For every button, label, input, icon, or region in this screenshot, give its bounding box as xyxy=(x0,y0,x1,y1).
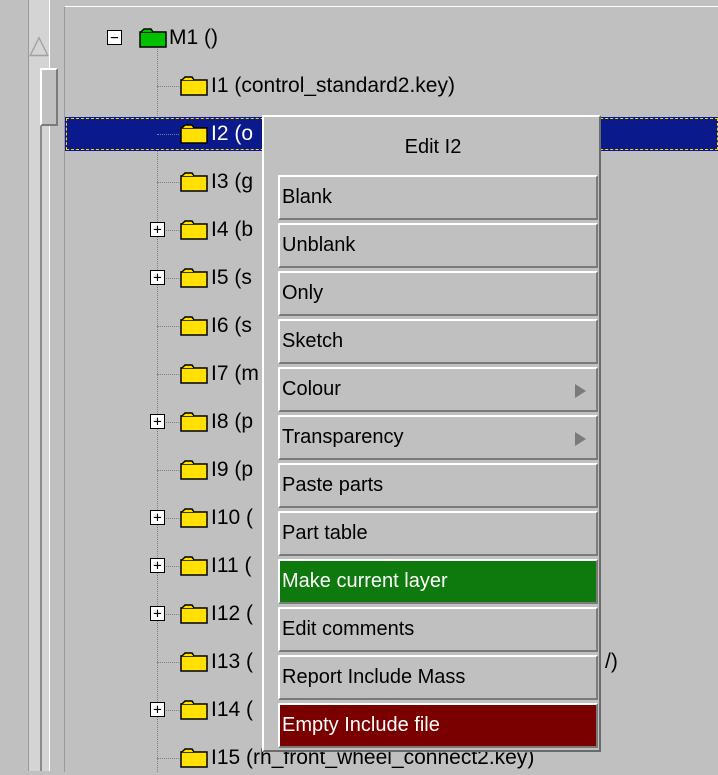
expand-icon[interactable]: + xyxy=(150,222,165,237)
tree-branch-line xyxy=(157,326,179,327)
tree-branch-line xyxy=(157,182,179,183)
tree-item-label: I1 (control_standard2.key) xyxy=(211,74,455,97)
menu-item-label: Report Include Mass xyxy=(282,666,466,688)
tree-item-label: I4 (b xyxy=(211,218,254,241)
menu-item-colour[interactable]: Colour xyxy=(278,367,598,412)
menu-item-label: Only xyxy=(282,282,324,304)
folder-icon xyxy=(180,316,208,336)
folder-icon xyxy=(180,652,208,672)
tree-branch-line xyxy=(157,470,179,471)
menu-item-label: Unblank xyxy=(282,234,356,256)
scroll-groove xyxy=(40,126,42,771)
tree-item-label: I9 (p xyxy=(211,458,254,481)
tree-item-label: I13 ( xyxy=(211,650,254,673)
menu-item-label: Make current layer xyxy=(282,570,448,592)
vertical-scrollbar[interactable]: △ xyxy=(8,0,58,771)
tree-item-label: I5 (s xyxy=(211,266,252,289)
tree-branch-line xyxy=(157,86,179,87)
tree-item-label: I2 (o xyxy=(211,122,254,145)
menu-item-edit-comments[interactable]: Edit comments xyxy=(278,607,598,652)
context-menu: Edit I2 Blank Unblank Only Sketch Colour Tran… xyxy=(262,115,601,752)
menu-item-label: Transparency xyxy=(282,426,404,448)
tree-item-label: I12 ( xyxy=(211,602,254,625)
expand-icon[interactable]: + xyxy=(150,270,165,285)
menu-item-label: Part table xyxy=(282,522,368,544)
tree-item-label: I8 (p xyxy=(211,410,254,433)
menu-item-label: Sketch xyxy=(282,330,344,352)
submenu-arrow-icon xyxy=(575,384,586,398)
menu-item-empty-include-file[interactable]: Empty Include file xyxy=(278,703,598,748)
tree-item-row[interactable]: I1 (control_standard2.key) xyxy=(65,69,718,103)
folder-icon xyxy=(180,76,208,96)
menu-item-report-include-mass[interactable]: Report Include Mass xyxy=(278,655,598,700)
folder-icon xyxy=(180,604,208,624)
scroll-thumb[interactable] xyxy=(40,68,58,126)
context-menu-title: Edit I2 xyxy=(404,135,462,158)
folder-icon xyxy=(180,124,208,144)
tree-item-label: I7 (m xyxy=(211,362,259,385)
collapse-icon[interactable]: − xyxy=(107,30,122,45)
submenu-arrow-icon xyxy=(575,432,586,446)
folder-icon xyxy=(180,460,208,480)
expand-icon[interactable]: + xyxy=(150,606,165,621)
tree-root-row[interactable]: − M1 () xyxy=(65,21,718,55)
tree-item-label: I10 ( xyxy=(211,506,254,529)
menu-item-label: Edit comments xyxy=(282,618,415,640)
tree-branch-line xyxy=(157,374,179,375)
menu-item-unblank[interactable]: Unblank xyxy=(278,223,598,268)
expand-icon[interactable]: + xyxy=(150,558,165,573)
menu-item-sketch[interactable]: Sketch xyxy=(278,319,598,364)
folder-icon xyxy=(180,700,208,720)
tree-item-label: I14 ( xyxy=(211,698,254,721)
menu-item-label: Empty Include file xyxy=(282,714,440,736)
tree-item-label: I3 (g xyxy=(211,170,254,193)
tree-root-label: M1 () xyxy=(169,26,218,49)
tree-branch-line xyxy=(157,662,179,663)
expand-icon[interactable]: + xyxy=(150,702,165,717)
menu-item-make-current-layer[interactable]: Make current layer xyxy=(278,559,598,604)
folder-green-icon xyxy=(139,28,167,48)
folder-icon xyxy=(180,556,208,576)
menu-item-label: Colour xyxy=(282,378,341,400)
menu-item-label: Blank xyxy=(282,186,333,208)
menu-item-label: Paste parts xyxy=(282,474,384,496)
folder-icon xyxy=(180,748,208,768)
tree-item-label-tail: /) xyxy=(605,650,618,673)
folder-icon xyxy=(180,220,208,240)
folder-icon xyxy=(180,268,208,288)
folder-icon xyxy=(180,364,208,384)
tree-item-label: I11 ( xyxy=(211,554,252,577)
folder-icon xyxy=(180,172,208,192)
menu-item-transparency[interactable]: Transparency xyxy=(278,415,598,460)
expand-icon[interactable]: + xyxy=(150,414,165,429)
tree-branch-line xyxy=(157,758,179,759)
scroll-up-arrow-icon[interactable]: △ xyxy=(28,24,50,64)
menu-item-paste-parts[interactable]: Paste parts xyxy=(278,463,598,508)
tree-branch-line xyxy=(157,134,179,135)
menu-item-only[interactable]: Only xyxy=(278,271,598,316)
folder-icon xyxy=(180,508,208,528)
menu-item-blank[interactable]: Blank xyxy=(278,175,598,220)
menu-item-part-table[interactable]: Part table xyxy=(278,511,598,556)
expand-icon[interactable]: + xyxy=(150,510,165,525)
tree-item-label: I6 (s xyxy=(211,314,252,337)
folder-icon xyxy=(180,412,208,432)
